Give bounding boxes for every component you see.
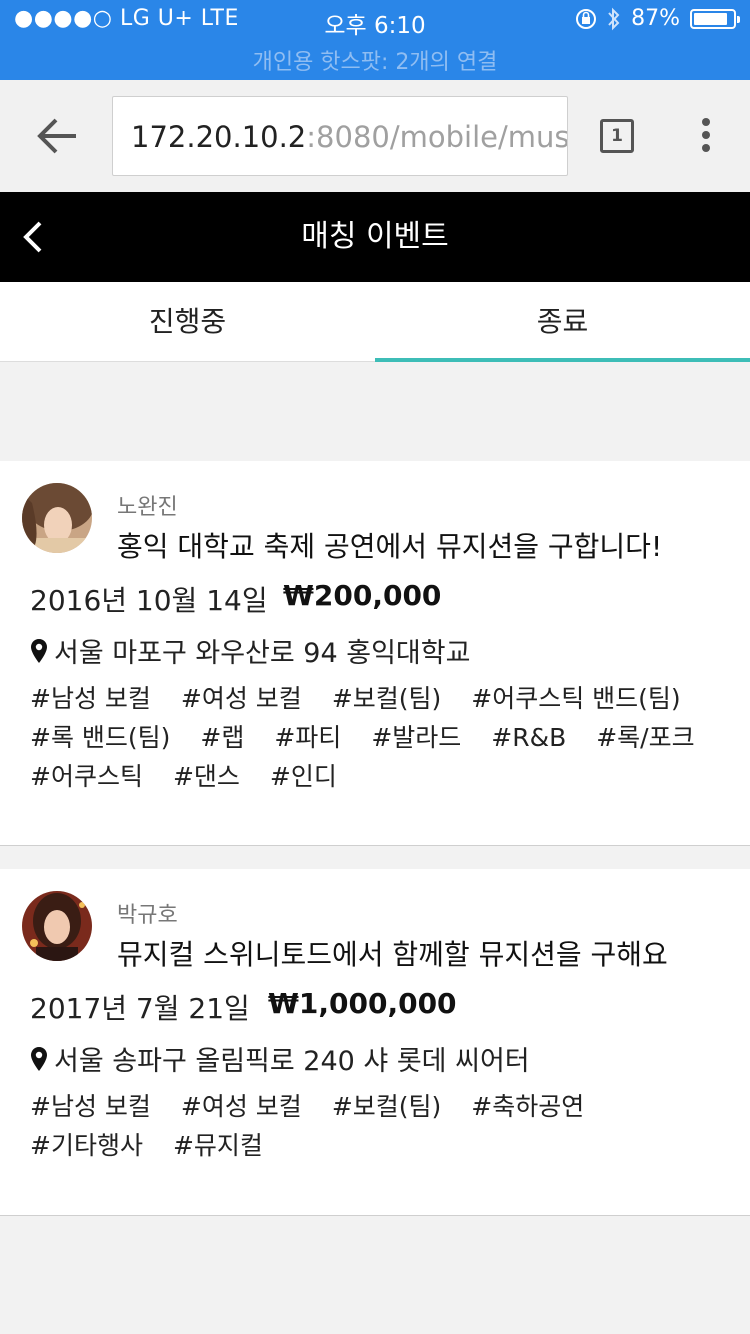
tab-ended[interactable]: 종료 [375,282,750,362]
event-date: 2017년 7월 21일 [30,992,250,1025]
tab-selected-indicator [375,358,750,362]
genre-tag: #남성 보컬 [30,684,151,713]
status-bar: ●●●●○ LG U+ LTE 오후 6:10 87% 개인용 핫스팟: 2개의… [0,0,750,80]
genre-tag: #발라드 [371,723,462,752]
genre-tag: #어쿠스틱 [30,762,143,791]
battery-level [694,12,727,25]
browser-back-icon[interactable] [36,116,80,156]
location-text: 서울 마포구 와우산로 94 홍익대학교 [54,638,471,669]
author-name: 노완진 [117,495,178,520]
bluetooth-icon [608,7,620,30]
tab-switcher-button[interactable]: 1 [600,119,634,153]
more-menu-icon[interactable] [700,118,712,156]
genre-tag: #기타행사 [30,1131,143,1160]
avatar [22,483,92,553]
tab-ongoing[interactable]: 진행중 [0,282,375,362]
url-host: 172.20.10.2 [131,120,307,154]
genre-tag: #뮤지컬 [172,1131,263,1160]
hotspot-banner[interactable]: 개인용 핫스팟: 2개의 연결 [0,44,750,76]
status-right: 87% [575,6,740,31]
author-name: 박규호 [117,903,178,928]
location-pin-icon [31,638,47,663]
genre-tags: #남성 보컬 #여성 보컬 #보컬(팀) #축하공연 #기타행사 #뮤지컬 [30,1087,730,1165]
event-title[interactable]: 뮤지컬 스위니토드에서 함께할 뮤지션을 구해요 [117,933,668,973]
url-path: :8080/mobile/music [306,120,568,154]
genre-tag: #보컬(팀) [331,1092,442,1121]
genre-tag: #파티 [274,723,342,752]
avatar [22,891,92,961]
event-card[interactable]: 노완진 홍익 대학교 축제 공연에서 뮤지션을 구합니다! 2016년 10월 … [0,461,750,846]
genre-tag: #록 밴드(팀) [30,723,171,752]
tab-bar: 진행중 종료 [0,282,750,362]
genre-tag: #록/포크 [596,723,695,752]
event-fee: ₩200,000 [283,579,442,612]
genre-tag: #R&B [491,723,567,752]
event-fee: ₩1,000,000 [268,987,457,1020]
location-text: 서울 송파구 올림픽로 240 샤 롯데 씨어터 [54,1046,530,1077]
battery-percent: 87% [631,6,680,31]
battery-icon [690,8,740,29]
event-location: 서울 송파구 올림픽로 240 샤 롯데 씨어터 [30,1039,530,1078]
genre-tag: #랩 [200,723,245,752]
page-title: 매칭 이벤트 [301,219,449,254]
genre-tag: #남성 보컬 [30,1092,151,1121]
genre-tag: #댄스 [172,762,240,791]
genre-tag: #어쿠스틱 밴드(팀) [471,684,681,713]
genre-tag: #여성 보컬 [180,684,302,713]
event-location: 서울 마포구 와우산로 94 홍익대학교 [30,631,470,670]
genre-tag: #여성 보컬 [180,1092,302,1121]
event-card[interactable]: 박규호 뮤지컬 스위니토드에서 함께할 뮤지션을 구해요 2017년 7월 21… [0,869,750,1216]
genre-tag: #보컬(팀) [331,684,442,713]
event-title[interactable]: 홍익 대학교 축제 공연에서 뮤지션을 구합니다! [117,525,662,565]
genre-tags: #남성 보컬 #여성 보컬 #보컬(팀) #어쿠스틱 밴드(팀) #록 밴드(팀) #랩 #… [30,679,730,796]
browser-toolbar: 172.20.10.2:8080/mobile/music 1 [0,80,750,192]
location-pin-icon [31,1046,47,1071]
app-header: 매칭 이벤트 [0,192,750,282]
event-date: 2016년 10월 14일 [30,584,268,617]
orientation-lock-icon [576,8,597,29]
url-bar[interactable]: 172.20.10.2:8080/mobile/music [112,96,568,176]
genre-tag: #축하공연 [471,1092,585,1121]
genre-tag: #인디 [269,762,337,791]
